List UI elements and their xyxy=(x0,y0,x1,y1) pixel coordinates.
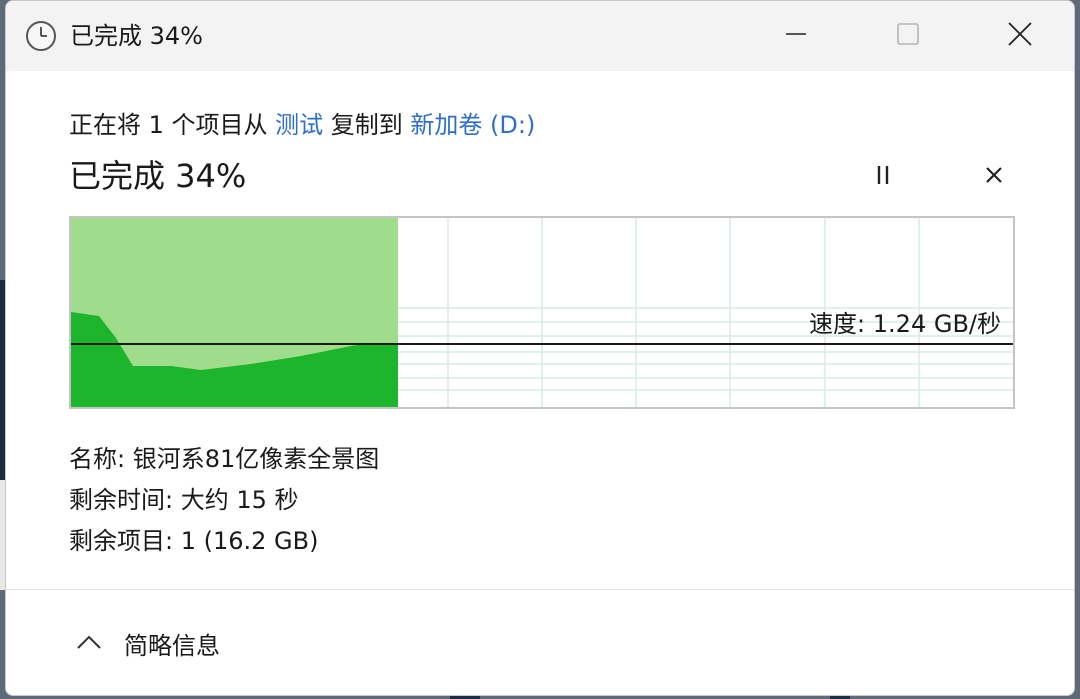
fewer-details-button[interactable]: 简略信息 xyxy=(76,626,220,661)
source-folder-link[interactable]: 测试 xyxy=(275,111,323,139)
file-name: 名称: 银河系81亿像素全景图 xyxy=(69,445,380,473)
speed-label: 速度: 1.24 GB/秒 xyxy=(809,310,1001,338)
fewer-details-label: 简略信息 xyxy=(124,632,220,660)
maximize-button[interactable] xyxy=(878,11,938,61)
cancel-icon xyxy=(984,165,1004,189)
copy-prefix: 正在将 1 个项目从 xyxy=(69,111,276,139)
items-remaining: 剩余项目: 1 (16.2 GB) xyxy=(69,527,319,555)
dialog-footer: 简略信息 xyxy=(6,589,1074,695)
pause-button[interactable] xyxy=(863,159,903,195)
close-button[interactable] xyxy=(990,11,1050,61)
time-remaining: 剩余时间: 大约 15 秒 xyxy=(69,486,299,514)
maximize-icon xyxy=(896,22,920,50)
title-bar[interactable]: 已完成 34% xyxy=(6,1,1074,71)
copy-progress-dialog: 已完成 34% 正在将 1 个项目从 测试 复制到 新加卷 (D:) 已完成 3… xyxy=(5,0,1075,696)
minimize-icon xyxy=(784,22,808,50)
window-title: 已完成 34% xyxy=(70,22,203,50)
destination-drive-link[interactable]: 新加卷 (D:) xyxy=(410,111,535,139)
cancel-copy-button[interactable] xyxy=(974,159,1014,195)
minimize-button[interactable] xyxy=(766,11,826,61)
close-icon xyxy=(1007,21,1033,51)
transfer-details: 名称: 银河系81亿像素全景图 剩余时间: 大约 15 秒 剩余项目: 1 (1… xyxy=(69,439,379,562)
copy-description: 正在将 1 个项目从 测试 复制到 新加卷 (D:) xyxy=(69,105,535,140)
transfer-speed-graph: 速度: 1.24 GB/秒 xyxy=(69,216,1015,409)
progress-title: 已完成 34% xyxy=(69,157,247,195)
pause-icon xyxy=(872,164,894,190)
copy-middle: 复制到 xyxy=(323,111,411,139)
chevron-up-icon xyxy=(76,634,102,654)
clock-icon xyxy=(24,19,58,53)
